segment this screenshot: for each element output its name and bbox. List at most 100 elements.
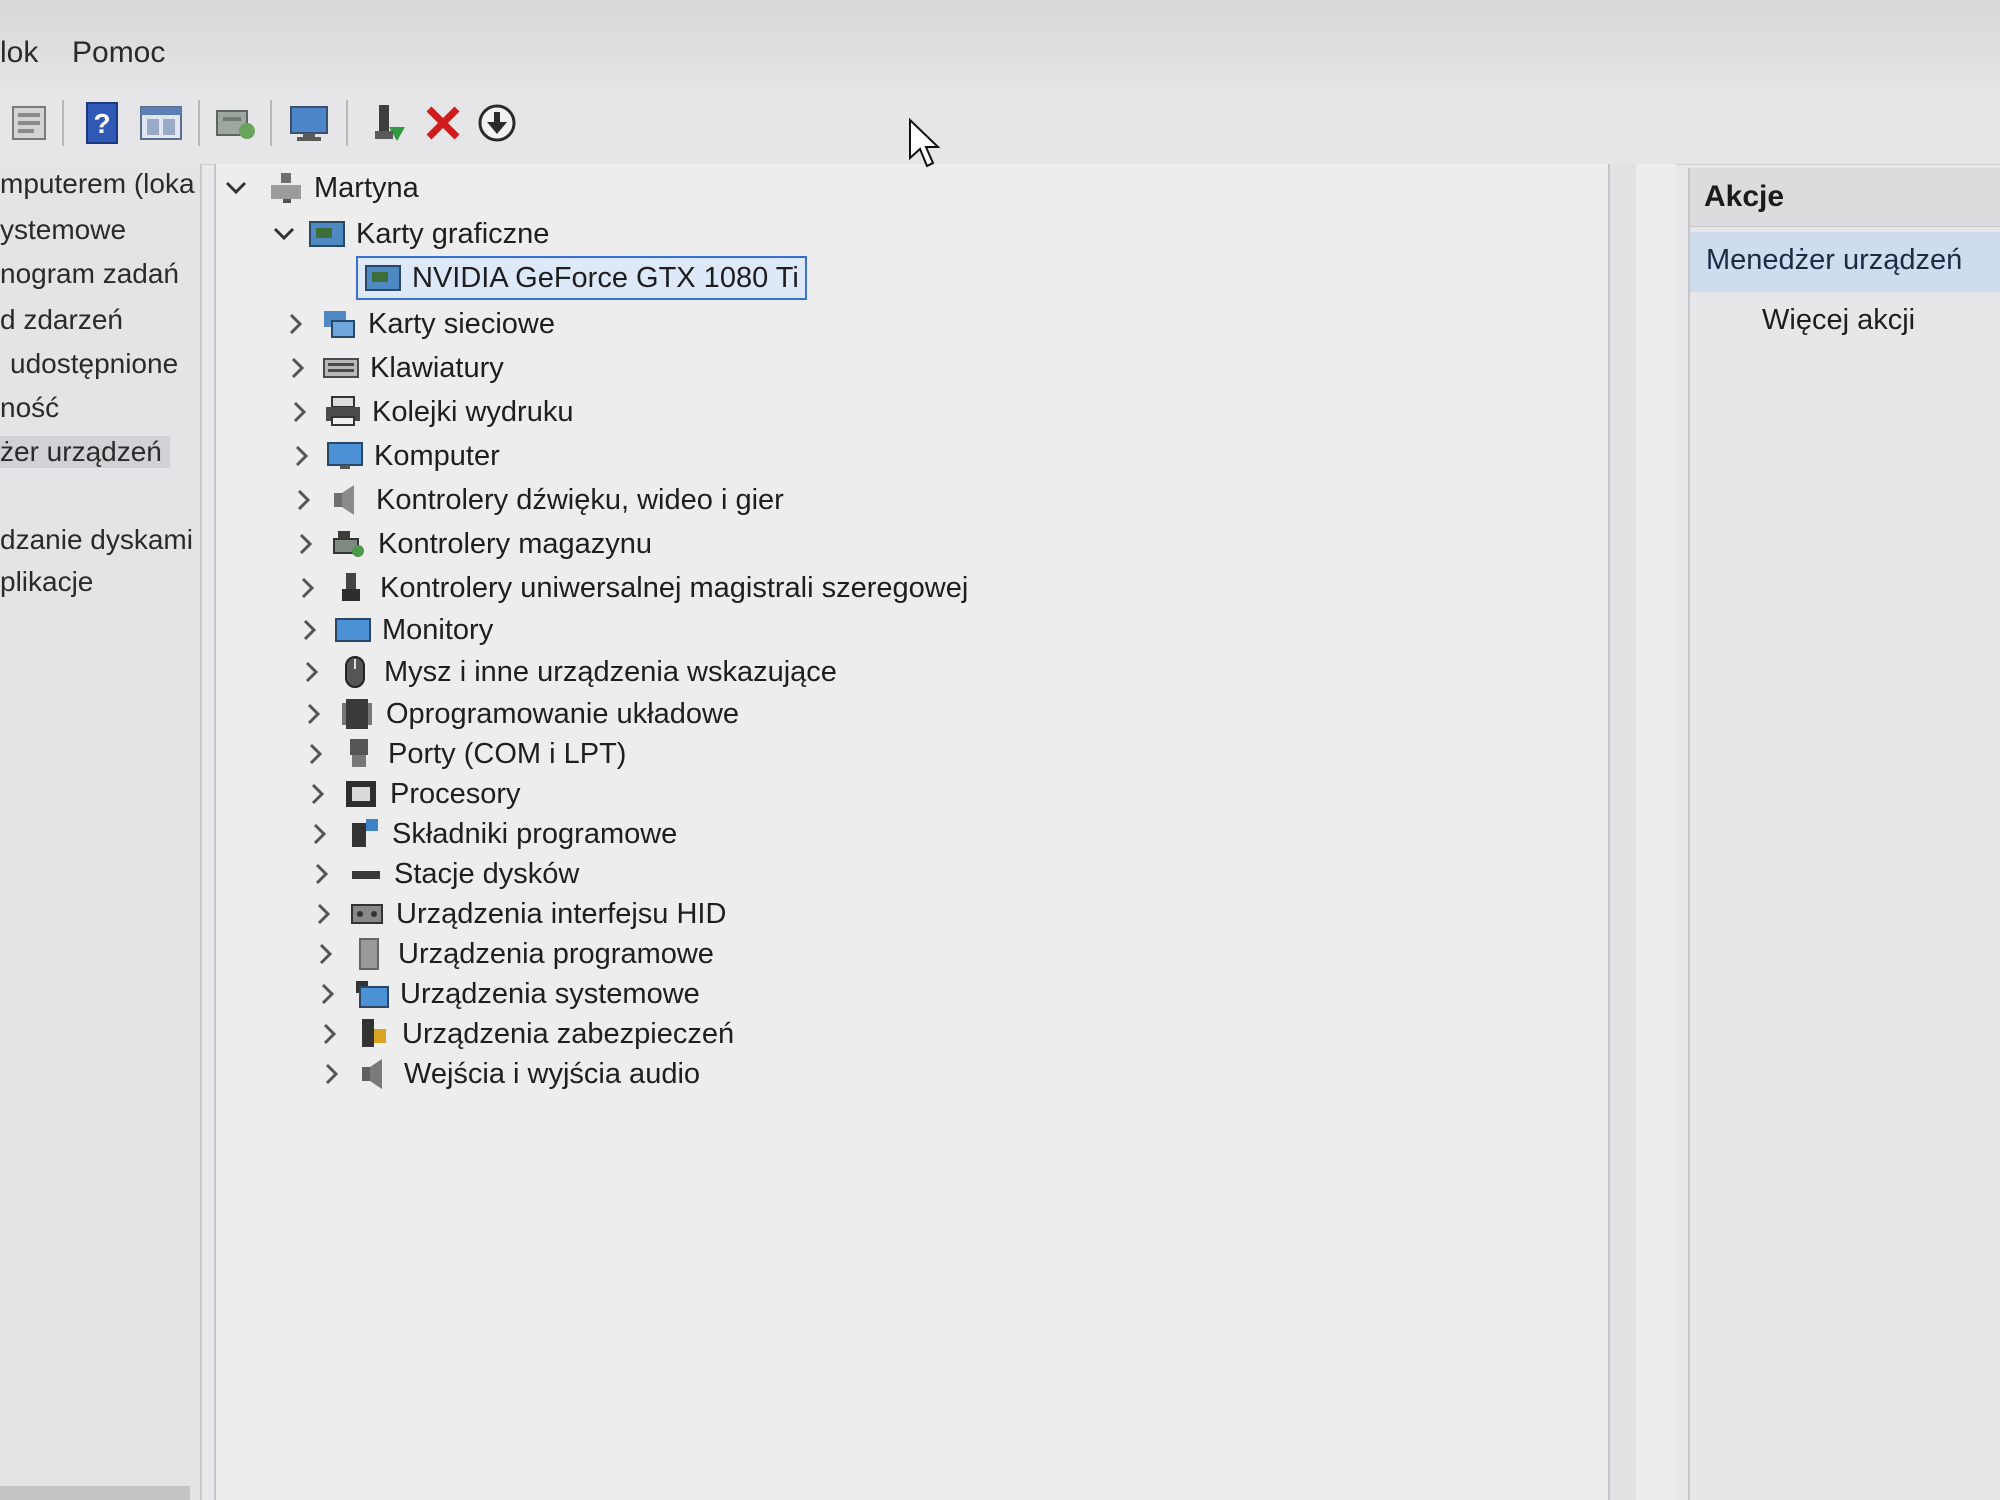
mouse-pointer-icon xyxy=(908,117,942,175)
tree-category-label: Urządzenia systemowe xyxy=(400,977,700,1010)
tree-category[interactable]: Mysz i inne urządzenia wskazujące xyxy=(298,652,837,692)
more-actions-link[interactable]: Więcej akcji xyxy=(1762,304,1915,337)
nav-item-event-viewer[interactable]: d zdarzeń xyxy=(0,304,123,336)
view-icon[interactable] xyxy=(138,100,184,146)
display-adapter-icon xyxy=(308,217,346,251)
tree-category[interactable]: Karty sieciowe xyxy=(282,304,555,344)
menu-item-help[interactable]: Pomoc xyxy=(72,36,165,70)
disk-drive-icon xyxy=(346,857,384,891)
horizontal-scrollbar[interactable] xyxy=(0,1486,190,1500)
chevron-right-icon[interactable] xyxy=(298,652,326,692)
monitor-icon[interactable] xyxy=(286,100,332,146)
chevron-right-icon[interactable] xyxy=(308,854,336,894)
actions-section[interactable]: Menedżer urządzeń xyxy=(1690,232,2000,292)
nav-item-device-manager[interactable]: żer urządzeń xyxy=(0,436,170,468)
computer-root-icon xyxy=(266,171,304,205)
tree-device-label: NVIDIA GeForce GTX 1080 Ti xyxy=(412,261,799,294)
tree-category[interactable]: Oprogramowanie układowe xyxy=(300,694,739,734)
tree-category-label: Kolejki wydruku xyxy=(372,395,574,428)
tree-category[interactable]: Komputer xyxy=(288,436,500,476)
chevron-right-icon[interactable] xyxy=(302,734,330,774)
scan-hardware-icon[interactable] xyxy=(212,100,258,146)
chevron-right-icon[interactable] xyxy=(282,304,310,344)
uninstall-icon[interactable] xyxy=(420,100,466,146)
chevron-right-icon[interactable] xyxy=(318,1054,346,1094)
tree-category[interactable]: Urządzenia programowe xyxy=(312,934,714,974)
storage-controller-icon xyxy=(330,527,368,561)
keyboard-icon xyxy=(322,351,360,385)
chevron-right-icon[interactable] xyxy=(312,934,340,974)
nav-item-system-tools[interactable]: ystemowe xyxy=(0,214,126,246)
tree-category-label: Wejścia i wyjścia audio xyxy=(404,1057,701,1090)
tree-category[interactable]: Klawiatury xyxy=(284,348,504,388)
nav-item-computer-management[interactable]: mputerem (loka xyxy=(0,168,195,200)
chevron-down-icon[interactable] xyxy=(222,168,250,208)
tree-category-label: Porty (COM i LPT) xyxy=(388,737,627,770)
nav-item-shared-folders[interactable]: udostępnione xyxy=(10,348,178,380)
tree-category-label: Kontrolery uniwersalnej magistrali szere… xyxy=(380,571,969,604)
display-adapter-icon xyxy=(364,261,402,295)
chevron-right-icon[interactable] xyxy=(306,814,334,854)
processor-icon xyxy=(342,777,380,811)
tree-category[interactable]: Kontrolery uniwersalnej magistrali szere… xyxy=(294,568,968,608)
tree-category[interactable]: Urządzenia systemowe xyxy=(314,974,700,1014)
tree-category[interactable]: Kolejki wydruku xyxy=(286,392,573,432)
nav-item-services-applications[interactable]: plikacje xyxy=(0,566,93,598)
chevron-right-icon[interactable] xyxy=(296,610,324,650)
vertical-scrollbar[interactable] xyxy=(1608,164,1636,1500)
menu-bar: lok Pomoc xyxy=(0,0,2000,93)
chevron-right-icon[interactable] xyxy=(314,974,342,1014)
menu-item-view[interactable]: lok xyxy=(0,36,38,70)
port-icon xyxy=(340,737,378,771)
software-device-icon xyxy=(350,937,388,971)
hid-icon xyxy=(348,897,386,931)
chevron-down-icon[interactable] xyxy=(270,214,298,254)
chevron-right-icon[interactable] xyxy=(284,348,312,388)
chevron-right-icon[interactable] xyxy=(292,524,320,564)
tree-root[interactable]: Martyna xyxy=(222,168,419,208)
chevron-right-icon[interactable] xyxy=(288,436,316,476)
tree-category-label: Mysz i inne urządzenia wskazujące xyxy=(384,655,837,688)
tree-category[interactable]: Urządzenia interfejsu HID xyxy=(310,894,726,934)
tree-category[interactable]: Składniki programowe xyxy=(306,814,677,854)
tree-category[interactable]: Kontrolery dźwięku, wideo i gier xyxy=(290,480,784,520)
chevron-right-icon[interactable] xyxy=(286,392,314,432)
computer-icon xyxy=(326,439,364,473)
actions-header: Akcje xyxy=(1690,168,2000,227)
tree-root-label: Martyna xyxy=(314,171,419,204)
tree-category-label: Karty sieciowe xyxy=(368,307,555,340)
properties-icon[interactable] xyxy=(6,100,52,146)
tree-category-label: Monitory xyxy=(382,613,494,646)
nav-item-performance[interactable]: ność xyxy=(0,392,59,424)
monitor-icon xyxy=(334,613,372,647)
chevron-right-icon[interactable] xyxy=(290,480,318,520)
tree-category-label: Procesory xyxy=(390,777,521,810)
tree-category[interactable]: Stacje dysków xyxy=(308,854,579,894)
nav-item-disk-management[interactable]: dzanie dyskami xyxy=(0,524,193,556)
help-icon[interactable]: ? xyxy=(80,100,126,146)
tree-device-selected[interactable]: NVIDIA GeForce GTX 1080 Ti xyxy=(356,256,807,300)
tree-category[interactable]: Monitory xyxy=(296,610,493,650)
enable-device-icon[interactable] xyxy=(366,100,412,146)
chevron-right-icon[interactable] xyxy=(304,774,332,814)
chevron-right-icon[interactable] xyxy=(294,568,322,608)
tree-category-label: Urządzenia programowe xyxy=(398,937,714,970)
tree-category[interactable]: Urządzenia zabezpieczeń xyxy=(316,1014,734,1054)
tree-category[interactable]: Kontrolery magazynu xyxy=(292,524,652,564)
tree-category[interactable]: Wejścia i wyjścia audio xyxy=(318,1054,700,1094)
tree-category-label: Klawiatury xyxy=(370,351,504,384)
chevron-right-icon[interactable] xyxy=(300,694,328,734)
update-driver-icon[interactable] xyxy=(474,100,520,146)
tree-category[interactable]: Procesory xyxy=(304,774,521,814)
tree-category-label: Składniki programowe xyxy=(392,817,678,850)
tree-category-label: Kontrolery dźwięku, wideo i gier xyxy=(376,483,784,516)
chevron-right-icon[interactable] xyxy=(316,1014,344,1054)
nav-item-task-scheduler[interactable]: nogram zadań xyxy=(0,258,179,290)
security-device-icon xyxy=(354,1017,392,1051)
chevron-right-icon[interactable] xyxy=(310,894,338,934)
tree-category-label: Komputer xyxy=(374,439,500,472)
tree-category-expanded[interactable]: Karty graficzne xyxy=(270,214,549,254)
svg-text:?: ? xyxy=(93,108,110,139)
tree-category-label: Urządzenia interfejsu HID xyxy=(396,897,727,930)
tree-category[interactable]: Porty (COM i LPT) xyxy=(302,734,626,774)
